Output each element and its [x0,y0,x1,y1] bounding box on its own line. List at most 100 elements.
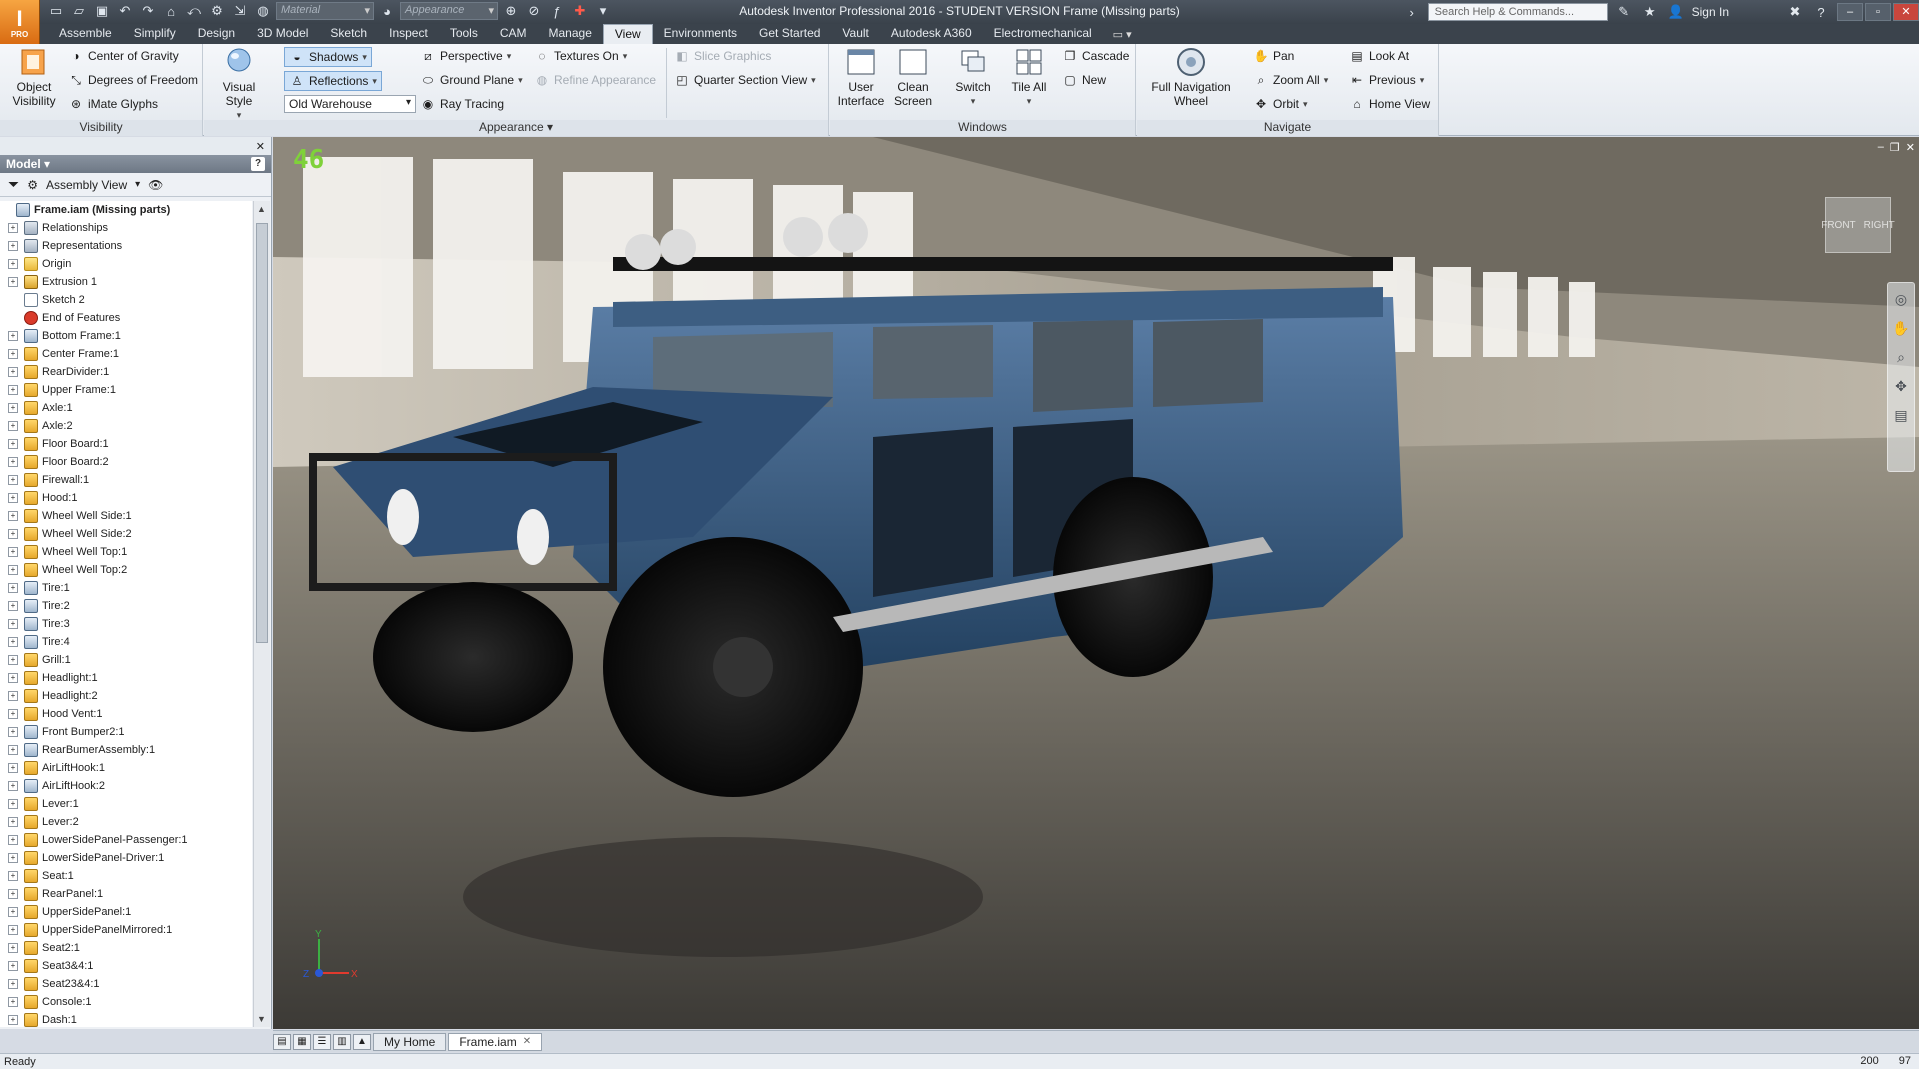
expand-icon[interactable]: + [8,331,18,341]
expand-icon[interactable]: + [8,745,18,755]
tree-item[interactable]: + Wheel Well Side:1 [0,507,252,525]
expand-icon[interactable]: + [8,367,18,377]
expand-icon[interactable]: + [8,781,18,791]
expand-icon[interactable]: + [8,241,18,251]
viewcube-right-face[interactable]: RIGHT [1864,220,1895,231]
tree-item[interactable]: + Floor Board:2 [0,453,252,471]
expand-icon[interactable]: + [8,691,18,701]
expand-icon[interactable]: + [8,655,18,665]
tree-item[interactable]: + Lever:2 [0,813,252,831]
expand-icon[interactable]: + [8,457,18,467]
tree-item[interactable]: + Headlight:2 [0,687,252,705]
viewcube[interactable]: FRONT RIGHT [1821,197,1895,253]
tree-item[interactable]: + Representations [0,237,252,255]
tree-item[interactable]: + LowerSidePanel-Driver:1 [0,849,252,867]
slice-graphics-button[interactable]: ◧ Slice Graphics [674,48,771,64]
expand-icon[interactable]: + [8,511,18,521]
tree-item[interactable]: + Lever:1 [0,795,252,813]
tree-item[interactable]: + Tire:4 [0,633,252,651]
star-icon[interactable]: ★ [1640,4,1660,20]
ray-tracing-button[interactable]: ◉ Ray Tracing [420,96,504,112]
tree-item[interactable]: + Axle:1 [0,399,252,417]
tree-item[interactable]: + UpperSidePanelMirrored:1 [0,921,252,939]
reflections-button[interactable]: ♙ Reflections ▾ [284,71,382,91]
nav-wheel-icon[interactable]: ◎ [1895,291,1907,308]
help-icon[interactable]: ? [1811,5,1831,20]
layout-single-icon[interactable]: ▤ [273,1033,291,1050]
find-icon[interactable]: 👁 [148,178,163,192]
expand-icon[interactable]: + [8,385,18,395]
user-icon[interactable]: 👤 [1666,4,1686,20]
expand-icon[interactable]: + [8,223,18,233]
search-input[interactable]: Search Help & Commands... [1427,3,1608,21]
tab-frame-iam[interactable]: Frame.iam ✕ [448,1032,543,1051]
tree-item[interactable]: + RearBumerAssembly:1 [0,741,252,759]
tree-root[interactable]: Frame.iam (Missing parts) [0,201,252,219]
viewcube-front-face[interactable]: FRONT [1821,220,1855,231]
orbit-button[interactable]: ✥ Orbit ▾ [1253,96,1308,112]
degrees-of-freedom-button[interactable]: ⤡ Degrees of Freedom [68,72,198,88]
sign-in-button[interactable]: Sign In [1692,5,1779,19]
tree-item[interactable]: + Tire:1 [0,579,252,597]
tab-design[interactable]: Design [187,24,246,44]
tree-item[interactable]: + Origin [0,255,252,273]
look-at-button[interactable]: ▤ Look At [1349,48,1409,64]
expand-icon[interactable]: + [8,709,18,719]
expand-icon[interactable]: + [8,961,18,971]
tile-all-button[interactable]: Tile All ▾ [1004,46,1054,108]
expand-icon[interactable]: + [8,871,18,881]
tree-item[interactable]: Sketch 2 [0,291,252,309]
expand-icon[interactable]: + [8,619,18,629]
tree-item[interactable]: + Upper Frame:1 [0,381,252,399]
tree-item[interactable]: + Wheel Well Top:2 [0,561,252,579]
tree-item[interactable]: + Seat3&4:1 [0,957,252,975]
filter-icon[interactable]: ⏷ [8,176,19,193]
expand-icon[interactable]: + [8,979,18,989]
tab-3d-model[interactable]: 3D Model [246,24,319,44]
tab-my-home[interactable]: My Home [373,1032,447,1051]
scroll-thumb[interactable] [256,223,268,643]
tree-item[interactable]: + Floor Board:1 [0,435,252,453]
graphics-viewport[interactable]: 46 – ❐ ✕ FRONT RIGHT ◎ ✋ ⌕ ✥ ▤ Y X Z [273,137,1919,1029]
expand-icon[interactable]: + [8,1015,18,1025]
close-button[interactable]: ✕ [1893,3,1919,21]
minimize-button[interactable]: – [1837,3,1863,21]
tab-inspect[interactable]: Inspect [378,24,439,44]
center-of-gravity-button[interactable]: ◑ Center of Gravity [68,48,178,64]
tree-item[interactable]: + Bottom Frame:1 [0,327,252,345]
scroll-down-icon[interactable]: ▼ [257,1014,266,1024]
application-menu-button[interactable]: I PRO [0,0,40,44]
tree-item[interactable]: + UpperSidePanel:1 [0,903,252,921]
tab-vault[interactable]: Vault [831,24,879,44]
tab-electromechanical[interactable]: Electromechanical [983,24,1103,44]
assembly-view-select[interactable]: Assembly View [46,178,127,192]
user-interface-button[interactable]: User Interface [836,46,886,108]
tree-item[interactable]: + Seat23&4:1 [0,975,252,993]
exchange-icon[interactable]: ✖ [1785,4,1805,20]
scroll-up-icon[interactable]: ▲ [257,204,266,214]
expand-icon[interactable]: + [8,493,18,503]
expand-icon[interactable]: + [8,259,18,269]
browser-scrollbar[interactable]: ▲ ▼ [253,201,270,1027]
browser-help-icon[interactable]: ? [251,157,265,171]
tab-tools[interactable]: Tools [439,24,489,44]
tab-sketch[interactable]: Sketch [319,24,378,44]
tree-item[interactable]: + Extrusion 1 [0,273,252,291]
shadows-button[interactable]: ◒ Shadows ▾ [284,47,372,67]
tab-cam[interactable]: CAM [489,24,538,44]
view-mode-dropdown-icon[interactable]: ▾ [135,179,140,190]
expand-icon[interactable]: + [8,835,18,845]
visual-style-button[interactable]: Visual Style ▾ [210,46,268,122]
tree-item[interactable]: + Axle:2 [0,417,252,435]
nav-zoom-icon[interactable]: ⌕ [1897,349,1905,366]
expand-icon[interactable]: + [8,673,18,683]
expand-icon[interactable]: + [8,727,18,737]
tab-autodesk-a360[interactable]: Autodesk A360 [880,24,983,44]
pan-button[interactable]: ✋ Pan [1253,48,1295,64]
tree-item[interactable]: + Front Bumper2:1 [0,723,252,741]
browser-header[interactable]: Model ▾ ? [0,155,271,173]
tree-item[interactable]: + LowerSidePanel-Passenger:1 [0,831,252,849]
expand-icon[interactable]: + [8,439,18,449]
tree-item[interactable]: + Grill:1 [0,651,252,669]
imate-glyphs-button[interactable]: ⊛ iMate Glyphs [68,96,158,112]
